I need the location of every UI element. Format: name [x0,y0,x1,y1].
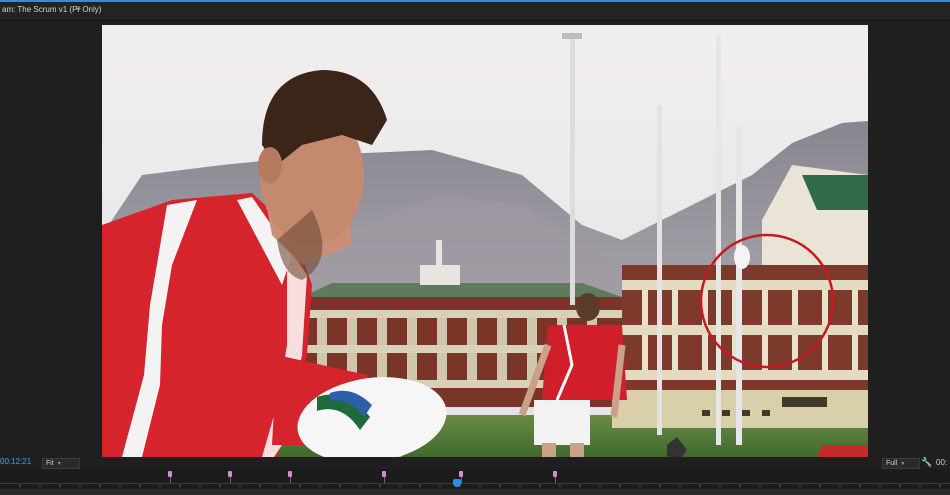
program-monitor-controls: 00:12:21 Fit ▾ Full ▾ 🔧 00: [0,457,950,469]
program-monitor-viewer[interactable] [0,21,950,457]
timeline-marker[interactable] [553,471,557,483]
timeline-marker[interactable] [288,471,292,483]
playback-resolution-dropdown[interactable]: Full ▾ [882,458,920,469]
zoom-scroll-bar[interactable] [0,489,950,495]
playhead-timecode[interactable]: 00:12:21 [0,457,31,466]
program-monitor-tab-bar: am: The Scrum v1 (Pr Only) ≡ [0,2,950,21]
chevron-down-icon: ▾ [57,461,61,467]
panel-menu-icon[interactable]: ≡ [76,4,81,13]
playhead-handle[interactable] [453,479,461,487]
timeline-marker[interactable] [459,471,463,483]
playback-resolution-value: Full [886,460,898,467]
video-frame [102,25,868,457]
chevron-down-icon: ▾ [901,461,905,467]
timeline-marker[interactable] [228,471,232,483]
video-frame-image [102,25,868,457]
wrench-icon[interactable]: 🔧 [921,457,932,468]
timeline-marker[interactable] [168,471,172,483]
zoom-level-value: Fit [46,460,54,467]
program-monitor-tab[interactable]: am: The Scrum v1 (Pr Only) [2,5,101,14]
duration-timecode: 00: [936,458,948,467]
zoom-level-dropdown[interactable]: Fit ▾ [42,458,80,469]
timeline-marker[interactable] [382,471,386,483]
